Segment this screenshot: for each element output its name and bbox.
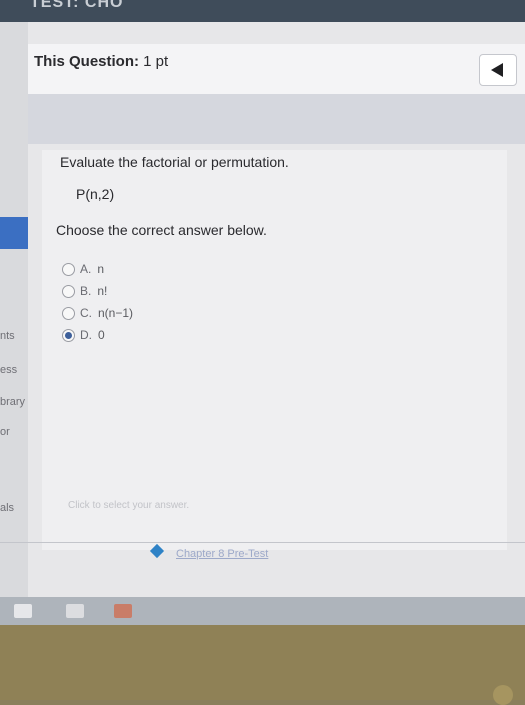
answer-hint: Click to select your answer.	[68, 500, 190, 511]
option-a-letter: A.	[80, 262, 92, 276]
monitor-bezel	[0, 625, 525, 705]
option-b-text: n!	[97, 284, 108, 298]
radio-d[interactable]	[62, 329, 75, 343]
app-icon[interactable]	[114, 604, 132, 618]
sidebar-active-item[interactable]	[0, 217, 28, 249]
question-panel: Evaluate the factorial or permutation. P…	[42, 150, 507, 550]
status-divider	[0, 542, 525, 543]
question-label: This Question:	[34, 53, 139, 70]
sidebar-item-points[interactable]: nts	[0, 330, 15, 342]
question-prompt: Evaluate the factorial or permutation.	[60, 154, 289, 170]
radio-b[interactable]	[62, 285, 75, 299]
previous-question-button[interactable]	[479, 54, 517, 86]
chapter-link[interactable]: Chapter 8 Pre-Test	[176, 548, 268, 560]
left-sidebar	[0, 22, 28, 625]
window-top-strip: TEST: CHO	[0, 0, 525, 22]
monitor-logo-icon	[493, 685, 513, 705]
question-expression: P(n,2)	[76, 186, 115, 202]
option-b[interactable]: B. n!	[62, 284, 108, 299]
question-header: This Question: 1 pt	[28, 44, 525, 95]
divider-band	[28, 94, 525, 144]
option-c-text: n(n−1)	[98, 306, 134, 320]
window-title: TEST: CHO	[30, 0, 124, 11]
option-d-letter: D.	[80, 328, 92, 342]
option-c-letter: C.	[80, 306, 92, 320]
question-points: 1 pt	[139, 53, 169, 70]
question-points-label: This Question: 1 pt	[34, 53, 168, 70]
option-a[interactable]: A. n	[62, 262, 105, 277]
taskbar	[0, 597, 525, 627]
mail-icon[interactable]	[14, 604, 32, 618]
radio-c[interactable]	[62, 307, 75, 321]
document-icon[interactable]	[66, 604, 84, 618]
arrow-left-icon	[491, 63, 503, 77]
question-instruction: Choose the correct answer below.	[56, 222, 267, 238]
screen: nts ess brary or als This Question: 1 pt…	[0, 22, 525, 627]
radio-a[interactable]	[62, 263, 75, 277]
sidebar-item-tools[interactable]: als	[0, 502, 14, 514]
option-d-text: 0	[98, 328, 105, 342]
option-b-letter: B.	[80, 284, 92, 298]
option-c[interactable]: C. n(n−1)	[62, 306, 134, 321]
sidebar-item-library[interactable]: brary	[0, 396, 25, 408]
option-d[interactable]: D. 0	[62, 328, 105, 343]
option-a-text: n	[97, 262, 105, 276]
sidebar-item-progress[interactable]: ess	[0, 364, 17, 376]
sidebar-item-or[interactable]: or	[0, 426, 10, 438]
